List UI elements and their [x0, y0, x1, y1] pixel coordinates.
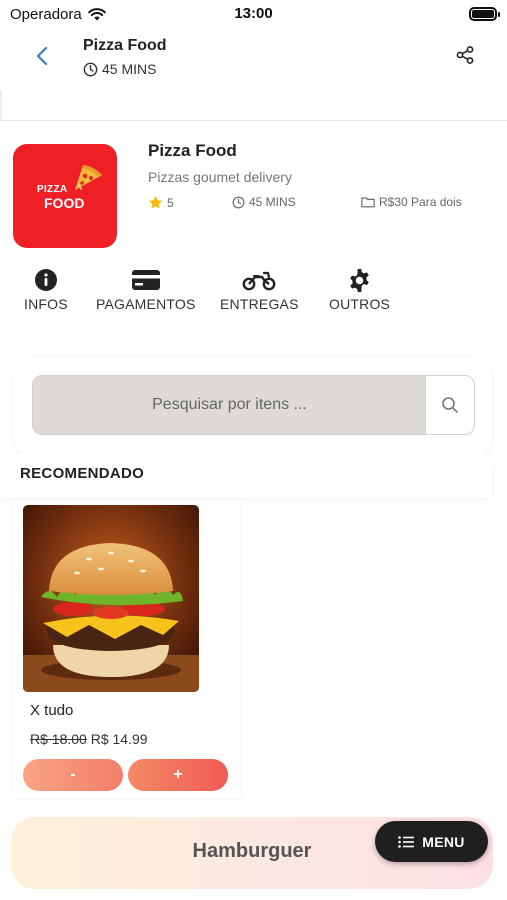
clock: 13:00 [234, 5, 273, 22]
nav-title: Pizza Food [83, 37, 167, 54]
store-meta: 5 45 MINS R$30 Para dois [148, 195, 488, 213]
chevron-left-icon [36, 46, 48, 66]
tab-infos-label: INFOS [24, 296, 68, 312]
rating-value: 5 [167, 195, 174, 210]
folder-icon [361, 197, 375, 208]
store-rating: 5 [148, 195, 174, 210]
delivery-time-value: 45 MINS [249, 195, 296, 209]
store-name: Pizza Food [148, 141, 237, 160]
logo-text-food: FOOD [44, 195, 85, 211]
product-old-price: R$ 18.00 [30, 731, 87, 747]
product-name: X tudo [30, 702, 74, 719]
product-image[interactable] [23, 505, 199, 692]
motorcycle-icon [242, 271, 276, 291]
nav-header: Pizza Food 45 MINS [0, 28, 507, 90]
clock-icon [83, 62, 98, 76]
nav-delivery-time: 45 MINS [83, 61, 156, 77]
search-icon [442, 397, 458, 413]
tab-outros-label: OUTROS [329, 296, 391, 312]
tab-entregas[interactable]: ENTREGAS [220, 267, 299, 312]
share-button[interactable] [455, 45, 479, 69]
search-button[interactable] [425, 376, 474, 434]
menu-button[interactable]: MENU [375, 821, 488, 862]
store-delivery-time: 45 MINS [232, 195, 296, 209]
burger-image [23, 505, 199, 692]
search-box[interactable]: Pesquisar por itens ... [32, 375, 475, 435]
list-icon [398, 835, 415, 848]
back-button[interactable] [30, 44, 54, 68]
store-logo: PIZZA FOOD [13, 144, 117, 248]
star-icon [148, 195, 163, 209]
tab-outros[interactable]: OUTROS [329, 267, 390, 312]
menu-button-label: MENU [422, 833, 465, 850]
gear-icon [350, 268, 369, 292]
tab-pagamentos[interactable]: PAGAMENTOS [96, 267, 196, 312]
store-price-for-two: R$30 Para dois [361, 195, 462, 209]
status-bar: Operadora 13:00 [0, 0, 507, 28]
credit-card-icon [131, 270, 160, 290]
price-for-two-value: R$30 Para dois [379, 195, 462, 209]
share-icon [456, 46, 474, 64]
search-input[interactable]: Pesquisar por itens ... [33, 376, 426, 434]
battery-icon [469, 7, 500, 21]
pizza-slice-icon [75, 165, 102, 190]
increase-quantity-button[interactable]: + [128, 759, 228, 791]
product-price: R$ 18.00 R$ 14.99 [30, 731, 148, 747]
tab-pagamentos-label: PAGAMENTOS [96, 296, 196, 312]
tab-entregas-label: ENTREGAS [220, 296, 299, 312]
store-description: Pizzas goumet delivery [148, 169, 292, 185]
header-divider [0, 90, 507, 121]
clock-icon [232, 196, 245, 208]
nav-time-label: 45 MINS [102, 61, 157, 77]
tab-infos[interactable]: INFOS [24, 267, 68, 312]
section-title: RECOMENDADO [20, 465, 145, 482]
product-current-price: R$ 14.99 [90, 731, 148, 747]
logo-text-pizza: PIZZA [37, 184, 68, 195]
decrease-quantity-button[interactable]: - [23, 759, 123, 791]
info-icon [34, 269, 57, 291]
